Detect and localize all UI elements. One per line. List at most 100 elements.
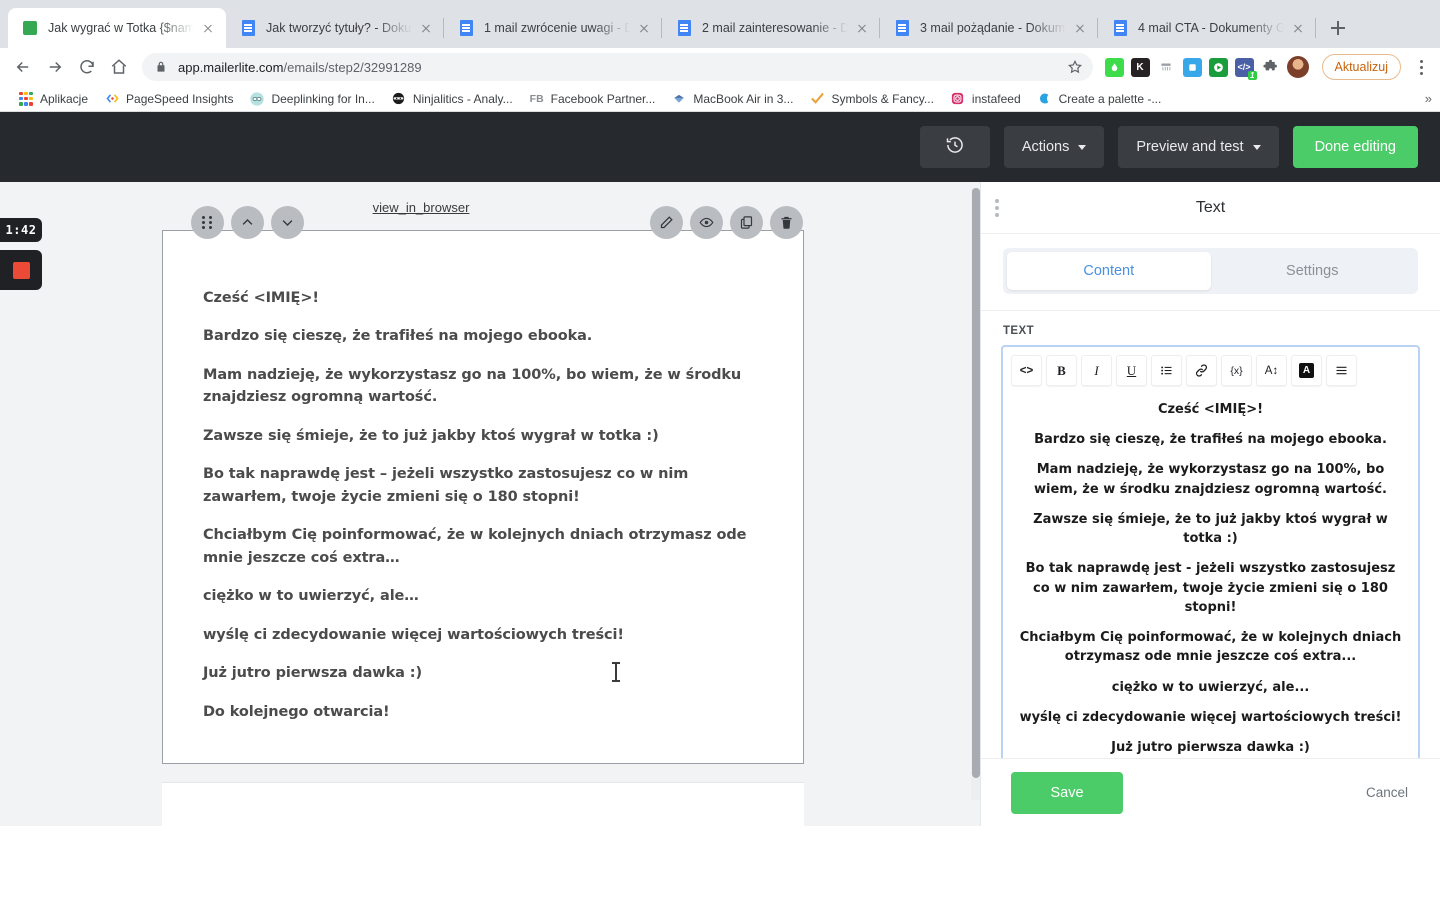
browser-tab-2[interactable]: Jak tworzyć tytuły? - Dokum [226,8,444,48]
forward-arrow-icon[interactable] [40,52,70,82]
address-bar[interactable]: app.mailerlite.com/emails/step2/32991289 [142,53,1093,81]
font-size-button[interactable]: A↕ [1256,355,1287,386]
editor-toolbar: <> B I U {x} A↕ A [1003,347,1418,392]
tab-title: 3 mail pożądanie - Dokumen [920,21,1066,35]
editor-paragraph: Bardzo się cieszę, że trafiłeś na mojego… [1034,432,1387,448]
chrome-menu-icon[interactable] [1410,54,1432,80]
bookmark-label: Symbols & Fancy... [831,91,934,106]
browser-tab-3[interactable]: 1 mail zwrócenie uwagi - Do [444,8,662,48]
url-path: /emails/step2/32991289 [283,59,422,75]
close-icon[interactable] [1290,20,1306,36]
update-button[interactable]: Aktualizuj [1321,54,1401,80]
reload-icon[interactable] [72,52,102,82]
close-icon[interactable] [1072,20,1088,36]
underline-button[interactable]: U [1116,355,1147,386]
text-color-button[interactable]: A [1291,355,1322,386]
code-extension-icon[interactable]: </> 1 [1234,57,1257,80]
tab-content[interactable]: Content [1007,252,1211,290]
preview-eye-icon[interactable] [690,206,723,239]
lock-icon [154,60,168,74]
link-icon [249,91,265,107]
email-document: Cześć <IMIĘ>! Bardzo się cieszę, że traf… [162,206,804,826]
actions-button[interactable]: Actions [1003,126,1105,168]
rich-text-editor[interactable]: <> B I U {x} A↕ A Cześć <IMIĘ>! Bardzo s… [1001,345,1420,785]
tab-title: Jak tworzyć tytuły? - Dokum [266,21,412,35]
recording-timer: 1:42 [0,218,42,242]
bookmarks-bar: Aplikacje PageSpeed Insights Deeplinking… [0,86,1440,112]
merge-tag-button[interactable]: {x} [1221,355,1252,386]
bookmark-instafeed[interactable]: instafeed [942,88,1029,110]
bookmark-create-palette[interactable]: Create a palette -... [1029,88,1170,110]
insert-link-button[interactable] [1186,355,1217,386]
bookmark-label: Facebook Partner... [550,91,656,106]
honey-extension-icon[interactable] [1104,57,1124,77]
view-in-browser-link[interactable]: view_in_browser [0,200,980,215]
extension-icons: K </> 1 Aktualizuj [1101,54,1433,80]
editor-content[interactable]: Cześć <IMIĘ>! Bardzo się cieszę, że traf… [1003,392,1418,783]
bookmark-deeplinking[interactable]: Deeplinking for In... [241,88,382,110]
browser-tab-5[interactable]: 3 mail pożądanie - Dokumen [880,8,1098,48]
panel-drag-handle-icon[interactable] [995,198,999,217]
email-footer-block[interactable]: Media & Beauty Mateusz Chodacz Wojska Po… [162,782,804,826]
email-paragraph: ciężko w to uwierzyć, ale… [203,588,419,605]
done-editing-button[interactable]: Done editing [1292,126,1418,168]
stop-recording-button[interactable] [0,250,42,290]
bullet-list-button[interactable] [1151,355,1182,386]
bookmarks-overflow-icon[interactable]: » [1425,91,1432,106]
move-down-icon[interactable] [271,206,304,239]
close-icon[interactable] [418,20,434,36]
selected-text-block[interactable]: Cześć <IMIĘ>! Bardzo się cieszę, że traf… [162,206,804,765]
close-icon[interactable] [200,20,216,36]
shower-extension-icon[interactable] [1156,57,1176,77]
bookmark-label: instafeed [971,91,1021,106]
align-button[interactable] [1326,355,1357,386]
back-arrow-icon[interactable] [8,52,38,82]
scrollbar-thumb[interactable] [972,188,980,778]
bookmark-symbols-fancy[interactable]: Symbols & Fancy... [801,88,941,110]
duplicate-icon[interactable] [730,206,763,239]
tab-title: 4 mail CTA - Dokumenty Go [1138,21,1284,35]
source-code-button[interactable]: <> [1011,355,1042,386]
browser-tab-4[interactable]: 2 mail zainteresowanie - Do [662,8,880,48]
delete-trash-icon[interactable] [770,206,803,239]
editor-topbar: Actions Preview and test Done editing [0,112,1440,182]
move-up-icon[interactable] [231,206,264,239]
bookmark-facebook-partner[interactable]: FB Facebook Partner... [521,88,664,110]
browser-tab-1[interactable]: Jak wygrać w Totka {$name} [8,8,226,48]
edit-pencil-icon[interactable] [650,206,683,239]
avatar[interactable] [1286,56,1309,78]
close-icon[interactable] [854,20,870,36]
email-canvas[interactable]: view_in_browser Cześć <IMIĘ>! Bardzo się… [0,182,980,826]
puzzle-extension-icon[interactable] [1260,57,1280,77]
bold-button[interactable]: B [1046,355,1077,386]
cancel-button[interactable]: Cancel [1366,785,1408,800]
italic-button[interactable]: I [1081,355,1112,386]
browser-tab-6[interactable]: 4 mail CTA - Dokumenty Go [1098,8,1316,48]
close-icon[interactable] [636,20,652,36]
apps-grid-icon [18,91,34,107]
panel-tabs: Content Settings [981,234,1440,310]
home-icon[interactable] [104,52,134,82]
new-tab-button[interactable] [1324,14,1352,42]
history-restore-icon [945,135,965,159]
bookmark-macbook-air[interactable]: MacBook Air in 3... [663,88,801,110]
bookmark-pagespeed[interactable]: PageSpeed Insights [96,88,241,110]
editor-paragraph: Już jutro pierwsza dawka :) [1111,740,1310,756]
bookmark-star-icon[interactable] [1067,59,1083,75]
canvas-scrollbar[interactable] [971,188,980,800]
tab-settings[interactable]: Settings [1211,252,1415,290]
google-docs-icon [676,20,692,36]
kick-extension-icon[interactable]: K [1130,57,1150,77]
loom-extension-icon[interactable] [1208,57,1228,77]
version-history-button[interactable] [919,126,990,168]
drag-handle-icon[interactable] [191,206,224,239]
blue-extension-icon[interactable] [1182,57,1202,77]
text-field-label: TEXT [1003,325,1034,337]
bookmark-ninjalitics[interactable]: Ninjalitics - Analy... [383,88,521,110]
tab-strip: Jak wygrać w Totka {$name} Jak tworzyć t… [0,0,1440,48]
bookmark-aplikacje[interactable]: Aplikacje [10,88,96,110]
save-button[interactable]: Save [1011,771,1123,814]
stop-square-icon [12,261,30,279]
email-paragraph: Do kolejnego otwarcia! [203,703,390,720]
preview-and-test-button[interactable]: Preview and test [1118,126,1279,168]
